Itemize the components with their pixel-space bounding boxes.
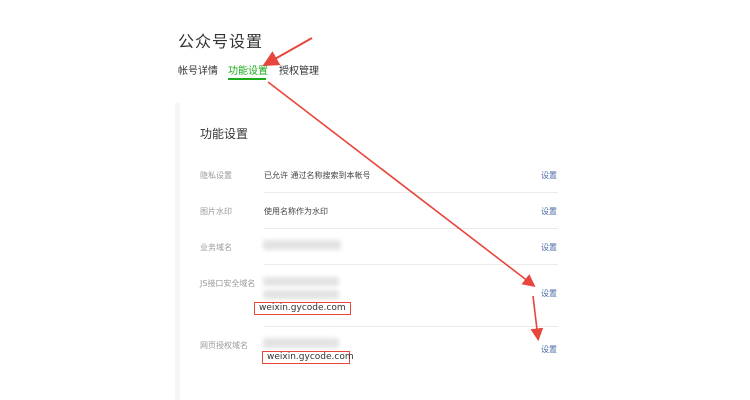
privacy-settings-link[interactable]: 设置 <box>541 170 557 181</box>
row-label-business-domain: 业务域名 <box>200 243 232 252</box>
row-label-watermark: 图片水印 <box>200 207 232 216</box>
section-title: 功能设置 <box>200 127 249 141</box>
redacted-value <box>263 277 339 286</box>
page-title: 公众号设置 <box>178 32 264 51</box>
row-label-js-domain: JS接口安全域名 <box>200 279 256 288</box>
row-label-oauth-domain: 网页授权域名 <box>200 341 248 350</box>
tab-authorization[interactable]: 授权管理 <box>279 62 319 77</box>
oauth-domain-settings-link[interactable]: 设置 <box>541 344 557 355</box>
js-domain-settings-link[interactable]: 设置 <box>541 288 557 299</box>
oauth-domain-value: weixin.gycode.com <box>262 351 354 364</box>
row-divider <box>264 326 558 327</box>
row-value-watermark: 使用名称作为水印 <box>264 207 328 216</box>
redacted-value <box>263 338 339 348</box>
business-domain-settings-link[interactable]: 设置 <box>541 242 557 253</box>
watermark-settings-link[interactable]: 设置 <box>541 206 557 217</box>
tab-account-details[interactable]: 帐号详情 <box>178 62 218 77</box>
row-divider <box>264 192 558 193</box>
settings-card <box>180 103 575 400</box>
active-tab-indicator <box>228 78 266 80</box>
row-label-privacy: 隐私设置 <box>200 171 232 180</box>
tab-function-settings[interactable]: 功能设置 <box>228 62 268 77</box>
redacted-value <box>263 290 339 299</box>
row-divider <box>264 264 558 265</box>
redacted-value <box>263 240 341 250</box>
js-domain-value: weixin.gycode.com <box>254 302 351 315</box>
row-value-privacy: 已允许 通过名称搜索到本帐号 <box>264 171 371 180</box>
row-divider <box>264 228 558 229</box>
